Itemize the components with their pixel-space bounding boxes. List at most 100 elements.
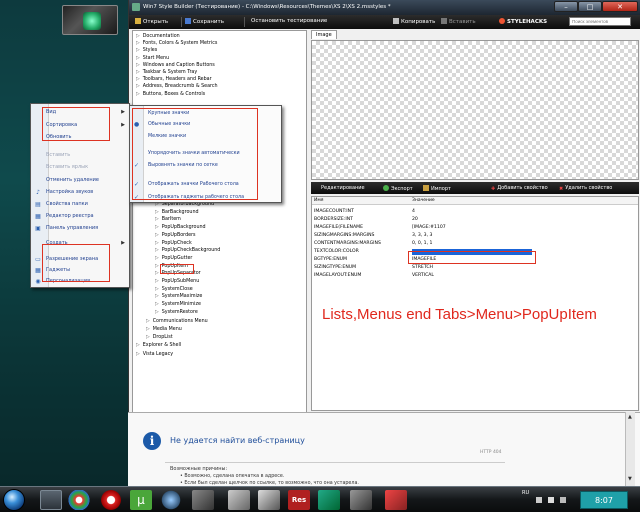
tree-item[interactable]: ▷ SystemMinimize <box>155 301 201 308</box>
clock[interactable]: 8:07 <box>580 491 628 509</box>
tree-item[interactable]: ▷ Documentation <box>136 33 180 40</box>
tray-icon[interactable] <box>560 497 566 503</box>
desktop-app-icon[interactable] <box>62 5 118 35</box>
close-button[interactable]: ✕ <box>602 1 638 12</box>
tree-item[interactable]: ▷ PopUpBackground <box>155 224 206 231</box>
tree-item[interactable]: ▷ PopUpSubMenu <box>155 278 199 285</box>
property-row[interactable]: IMAGEFILE(FILENAME [IMAGE:#1107 <box>312 224 638 232</box>
property-row[interactable]: SIZINGMARGINS:MARGINS 3, 3, 3, 3 <box>312 232 638 240</box>
stop-test-button[interactable]: Остановить тестирование <box>251 18 327 24</box>
expand-arrow-icon[interactable]: ▷ <box>136 48 140 53</box>
search-input[interactable] <box>569 17 631 26</box>
tree-item[interactable]: ▷ Buttons, Boxes & Controls <box>136 91 205 98</box>
app-icon-2[interactable] <box>258 490 280 510</box>
taskbar-app-explorer[interactable] <box>40 490 62 510</box>
tree-item[interactable]: ▷ DropList <box>146 334 173 341</box>
context-menu-item[interactable]: Панель управления <box>46 225 98 231</box>
context-menu-item[interactable]: Вставить ярлык <box>46 164 88 170</box>
delete-property-button[interactable]: ✖ Удалить свойство <box>559 185 612 192</box>
tab-image[interactable]: Image <box>311 30 337 39</box>
copy-button[interactable]: Копировать <box>393 18 435 25</box>
reshacker-icon[interactable]: Res <box>288 490 310 510</box>
property-row[interactable]: CONTENTMARGINS:MARGINS 0, 0, 1, 1 <box>312 240 638 248</box>
style-builder-icon[interactable] <box>318 490 340 510</box>
expand-arrow-icon[interactable]: ▷ <box>155 248 159 253</box>
property-row[interactable]: IMAGELAYOUT:ENUM VERTICAL <box>312 272 638 280</box>
browser-scrollbar[interactable]: ▲ ▼ <box>625 412 635 486</box>
scroll-down-icon[interactable]: ▼ <box>628 476 632 482</box>
property-row[interactable]: BORDERSIZE:INT 20 <box>312 216 638 224</box>
paste-button[interactable]: Вставить <box>441 18 476 25</box>
expand-arrow-icon[interactable]: ▷ <box>146 327 150 332</box>
settings-icon[interactable] <box>228 490 250 510</box>
expand-arrow-icon[interactable]: ▷ <box>136 34 140 39</box>
import-button[interactable]: Импорт <box>423 185 451 192</box>
skype-icon[interactable] <box>160 490 182 510</box>
expand-arrow-icon[interactable]: ▷ <box>136 77 140 82</box>
context-menu-item[interactable]: Настройка звуков <box>46 189 93 195</box>
tree-item[interactable]: ▷ PopUpGutter <box>155 255 192 262</box>
expand-arrow-icon[interactable]: ▷ <box>155 241 159 246</box>
expand-arrow-icon[interactable]: ▷ <box>155 271 159 276</box>
open-button[interactable]: Открыть <box>135 18 168 25</box>
start-button[interactable] <box>3 489 25 511</box>
volume-icon[interactable] <box>548 497 554 503</box>
expand-arrow-icon[interactable]: ▷ <box>155 310 159 315</box>
tree-item[interactable]: ▷ Start Menu <box>136 55 169 62</box>
property-row[interactable]: IMAGECOUNT:INT 4 <box>312 208 638 216</box>
context-menu-item[interactable]: Отменить удаление <box>46 177 99 183</box>
utorrent-icon[interactable]: μ <box>130 490 152 510</box>
app-icon-3[interactable] <box>350 490 372 510</box>
tree-item[interactable]: ▷ SystemRestore <box>155 309 198 316</box>
expand-arrow-icon[interactable]: ▷ <box>155 210 159 215</box>
tree-item[interactable]: ▷ PopUpCheckBackground <box>155 247 220 254</box>
app-icon-4[interactable] <box>385 490 407 510</box>
expand-arrow-icon[interactable]: ▷ <box>155 264 159 269</box>
tree-item[interactable]: ▷ Vista Legacy <box>136 351 173 358</box>
tools-icon[interactable] <box>192 490 214 510</box>
save-button[interactable]: Сохранить <box>185 18 224 25</box>
tree-item[interactable]: ▷ Windows and Caption Buttons <box>136 62 215 69</box>
tree-item[interactable]: ▷ Toolbars, Headers and Rebar <box>136 76 212 83</box>
expand-arrow-icon[interactable]: ▷ <box>136 63 140 68</box>
title-bar[interactable]: Win7 Style Builder (Тестирование) - C:\W… <box>129 0 640 15</box>
expand-arrow-icon[interactable]: ▷ <box>136 84 140 89</box>
expand-arrow-icon[interactable]: ▷ <box>136 92 140 97</box>
opera-icon[interactable] <box>100 490 122 510</box>
expand-arrow-icon[interactable]: ▷ <box>155 256 159 261</box>
tree-item[interactable]: ▷ BarItem <box>155 216 181 223</box>
context-menu-item[interactable]: Вставить <box>46 152 70 158</box>
context-menu-item[interactable]: Редактор реестра <box>46 213 94 219</box>
expand-arrow-icon[interactable]: ▷ <box>136 56 140 61</box>
expand-arrow-icon[interactable]: ▷ <box>136 343 140 348</box>
col-value-header[interactable]: Значение <box>412 198 435 203</box>
scroll-up-icon[interactable]: ▲ <box>628 414 632 420</box>
expand-arrow-icon[interactable]: ▷ <box>146 319 150 324</box>
expand-arrow-icon[interactable]: ▷ <box>155 217 159 222</box>
language-indicator[interactable]: RU <box>522 490 529 496</box>
tree-item[interactable]: ▷ Fonts, Colors & System Metrics <box>136 40 217 47</box>
tree-item[interactable]: ▷ Styles <box>136 47 157 54</box>
edit-button[interactable]: Редактирование <box>321 185 365 191</box>
tree-item[interactable]: ▷ Explorer & Shell <box>136 342 181 349</box>
expand-arrow-icon[interactable]: ▷ <box>155 225 159 230</box>
tree-item[interactable]: ▷ Communications Menu <box>146 318 208 325</box>
tree-item[interactable]: ▷ BarBackground <box>155 209 199 216</box>
expand-arrow-icon[interactable]: ▷ <box>136 352 140 357</box>
tree-item[interactable]: ▷ Taskbar & System Tray <box>136 69 197 76</box>
network-icon[interactable] <box>536 497 542 503</box>
expand-arrow-icon[interactable]: ▷ <box>155 233 159 238</box>
context-menu-item[interactable]: Свойства папки <box>46 201 88 207</box>
expand-arrow-icon[interactable]: ▷ <box>146 335 150 340</box>
add-property-button[interactable]: ✚ Добавить свойство <box>491 185 548 192</box>
tree-item[interactable]: ▷ SystemMaximize <box>155 293 202 300</box>
tree-item[interactable]: ▷ Address, Breadcrumb & Search <box>136 83 218 90</box>
expand-arrow-icon[interactable]: ▷ <box>155 279 159 284</box>
expand-arrow-icon[interactable]: ▷ <box>155 294 159 299</box>
tree-item[interactable]: ▷ PopUpCheck <box>155 240 192 247</box>
export-button[interactable]: Экспорт <box>383 185 413 192</box>
property-row[interactable]: SIZINGTYPE:ENUM STRETCH <box>312 264 638 272</box>
expand-arrow-icon[interactable]: ▷ <box>136 70 140 75</box>
expand-arrow-icon[interactable]: ▷ <box>136 41 140 46</box>
col-name-header[interactable]: Имя <box>314 198 323 203</box>
